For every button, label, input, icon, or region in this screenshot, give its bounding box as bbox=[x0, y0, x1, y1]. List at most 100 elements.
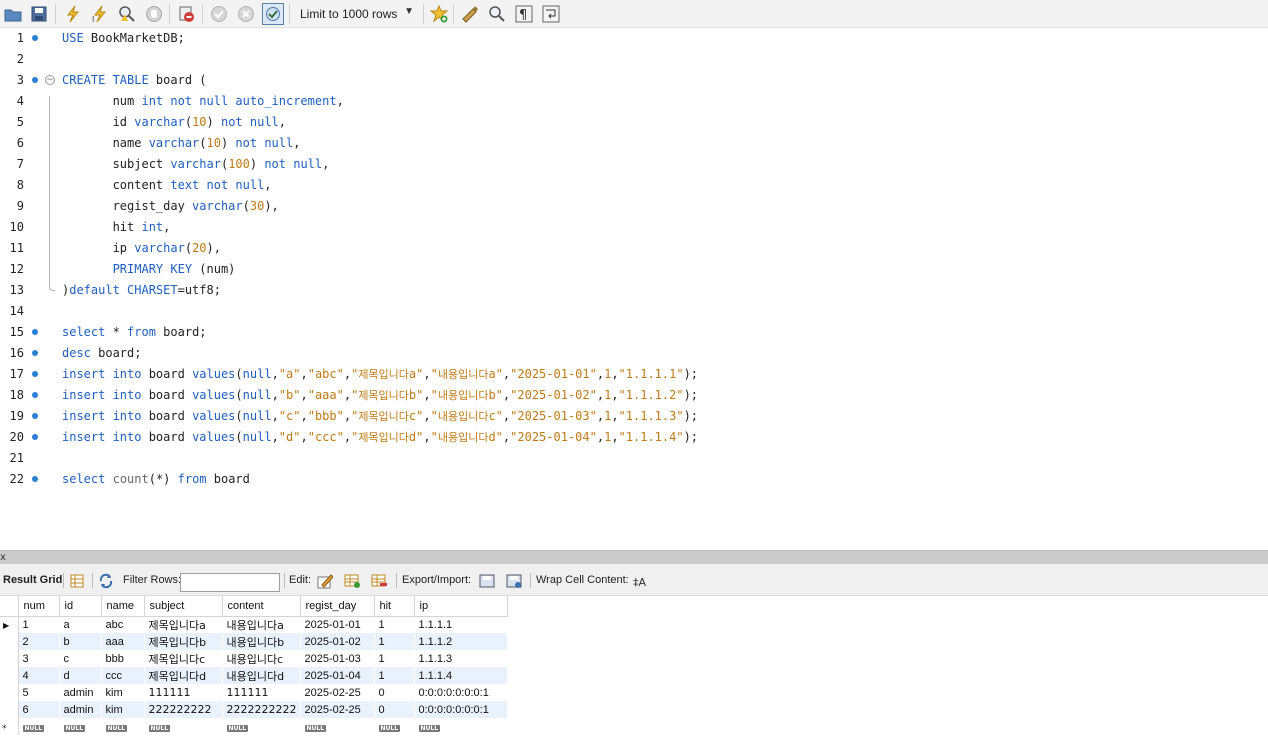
code-line[interactable]: 3 − CREATE TABLE board ( bbox=[0, 70, 1268, 91]
column-header[interactable]: content bbox=[222, 596, 301, 617]
table-cell[interactable]: kim bbox=[101, 684, 145, 701]
table-cell[interactable]: 1 bbox=[374, 650, 415, 667]
panel-splitter[interactable]: x bbox=[0, 550, 1268, 564]
code-line[interactable]: 8 content text not null, bbox=[0, 175, 1268, 196]
table-cell[interactable]: 1.1.1.4 bbox=[414, 667, 508, 684]
code-line[interactable]: 14 bbox=[0, 301, 1268, 322]
table-cell[interactable]: 내용입니다b bbox=[222, 633, 301, 650]
code-line[interactable]: 21 bbox=[0, 448, 1268, 469]
table-cell[interactable]: bbb bbox=[101, 650, 145, 667]
column-header[interactable]: hit bbox=[374, 596, 415, 617]
table-cell[interactable]: 제목입니다a bbox=[144, 616, 223, 633]
export-icon[interactable] bbox=[478, 572, 496, 590]
table-cell[interactable]: NULL bbox=[59, 718, 102, 735]
table-row[interactable]: 2 b aaa 제목입니다b 내용입니다b 2025-01-02 1 1.1.1.2 bbox=[0, 633, 508, 650]
table-cell[interactable]: NULL bbox=[144, 718, 223, 735]
table-cell[interactable]: a bbox=[59, 616, 102, 633]
table-cell[interactable]: 제목입니다b bbox=[144, 633, 223, 650]
row-gutter[interactable]: ▶ bbox=[0, 616, 19, 633]
row-gutter[interactable] bbox=[0, 633, 19, 650]
table-cell[interactable]: 222222222 bbox=[144, 701, 223, 718]
table-cell[interactable]: 1 bbox=[374, 633, 415, 650]
table-cell[interactable]: 2025-02-25 bbox=[300, 684, 375, 701]
commit-icon[interactable] bbox=[208, 3, 230, 25]
code-line[interactable]: 6 name varchar(10) not null, bbox=[0, 133, 1268, 154]
column-header[interactable]: id bbox=[59, 596, 102, 617]
find-icon[interactable] bbox=[486, 3, 508, 25]
row-gutter[interactable] bbox=[0, 667, 19, 684]
open-folder-icon[interactable] bbox=[2, 3, 24, 25]
code-line[interactable]: 9 regist_day varchar(30), bbox=[0, 196, 1268, 217]
table-cell[interactable]: NULL bbox=[222, 718, 301, 735]
table-cell[interactable]: admin bbox=[59, 701, 102, 718]
table-cell[interactable]: NULL bbox=[374, 718, 415, 735]
wrap-cell-icon[interactable]: ‡A bbox=[630, 572, 648, 590]
code-line[interactable]: 22 select count(*) from board bbox=[0, 469, 1268, 490]
code-line[interactable]: 12 PRIMARY KEY (num) bbox=[0, 259, 1268, 280]
table-cell[interactable]: 2222222222 bbox=[222, 701, 301, 718]
code-line[interactable]: 16 desc board; bbox=[0, 343, 1268, 364]
code-line[interactable]: 5 id varchar(10) not null, bbox=[0, 112, 1268, 133]
table-cell[interactable]: 2025-01-04 bbox=[300, 667, 375, 684]
table-cell[interactable]: 제목입니다c bbox=[144, 650, 223, 667]
code-line[interactable]: 10 hit int, bbox=[0, 217, 1268, 238]
table-cell[interactable]: 0:0:0:0:0:0:0:1 bbox=[414, 701, 508, 718]
table-cell[interactable]: 2 bbox=[18, 633, 60, 650]
execute-current-icon[interactable]: I bbox=[89, 3, 111, 25]
close-icon[interactable]: x bbox=[0, 552, 6, 564]
edit-row-icon[interactable] bbox=[316, 572, 334, 590]
sql-editor[interactable]: 1 USE BookMarketDB; 2 3 − CREATE TABLE board … bbox=[0, 28, 1268, 550]
code-line[interactable]: 4 num int not null auto_increment, bbox=[0, 91, 1268, 112]
row-gutter[interactable] bbox=[0, 650, 19, 667]
table-cell[interactable]: NULL bbox=[414, 718, 508, 735]
add-snippet-icon[interactable] bbox=[428, 3, 450, 25]
table-cell[interactable]: b bbox=[59, 633, 102, 650]
table-cell[interactable]: aaa bbox=[101, 633, 145, 650]
table-cell[interactable]: 2025-02-25 bbox=[300, 701, 375, 718]
stop-icon[interactable] bbox=[143, 3, 165, 25]
table-cell[interactable]: kim bbox=[101, 701, 145, 718]
column-header[interactable]: num bbox=[18, 596, 60, 617]
table-cell[interactable]: abc bbox=[101, 616, 145, 633]
table-cell[interactable]: 1.1.1.1 bbox=[414, 616, 508, 633]
table-cell[interactable]: 1.1.1.3 bbox=[414, 650, 508, 667]
table-cell[interactable]: 내용입니다d bbox=[222, 667, 301, 684]
table-cell[interactable]: 1 bbox=[374, 616, 415, 633]
delete-row-icon[interactable] bbox=[370, 572, 388, 590]
table-row[interactable]: ▶ 1 a abc 제목입니다a 내용입니다a 2025-01-01 1 1.1.1.1 bbox=[0, 616, 508, 633]
table-cell[interactable]: 1 bbox=[18, 616, 60, 633]
result-grid[interactable]: num id name subject content regist_day h… bbox=[0, 596, 1268, 745]
table-cell[interactable]: NULL bbox=[101, 718, 145, 735]
wrap-icon[interactable] bbox=[540, 3, 562, 25]
table-cell[interactable]: 내용입니다a bbox=[222, 616, 301, 633]
code-line[interactable]: 19 insert into board values(null,"c","bbb… bbox=[0, 406, 1268, 427]
table-cell[interactable]: 3 bbox=[18, 650, 60, 667]
table-cell[interactable]: NULL bbox=[300, 718, 375, 735]
code-line[interactable]: 18 insert into board values(null,"b","aaa… bbox=[0, 385, 1268, 406]
rollback-icon[interactable] bbox=[235, 3, 257, 25]
column-header[interactable]: regist_day bbox=[300, 596, 375, 617]
column-header[interactable]: ip bbox=[414, 596, 508, 617]
code-line[interactable]: 13)default CHARSET=utf8; bbox=[0, 280, 1268, 301]
insert-row-icon[interactable] bbox=[343, 572, 361, 590]
table-cell[interactable]: 6 bbox=[18, 701, 60, 718]
column-header[interactable]: name bbox=[101, 596, 145, 617]
row-gutter[interactable] bbox=[0, 684, 19, 701]
table-cell[interactable]: 0 bbox=[374, 684, 415, 701]
code-line[interactable]: 7 subject varchar(100) not null, bbox=[0, 154, 1268, 175]
import-icon[interactable] bbox=[505, 572, 523, 590]
refresh-icon[interactable] bbox=[97, 572, 115, 590]
table-cell[interactable]: 111111 bbox=[222, 684, 301, 701]
code-line[interactable]: 15 select * from board; bbox=[0, 322, 1268, 343]
table-cell[interactable]: 2025-01-01 bbox=[300, 616, 375, 633]
table-cell[interactable]: 5 bbox=[18, 684, 60, 701]
table-cell[interactable]: d bbox=[59, 667, 102, 684]
table-cell[interactable]: 제목입니다d bbox=[144, 667, 223, 684]
new-row[interactable]: NULL NULL NULL NULL NULL NULL NULL NULL bbox=[0, 718, 508, 735]
invisible-chars-icon[interactable]: ¶ bbox=[513, 3, 535, 25]
table-cell[interactable]: 2025-01-03 bbox=[300, 650, 375, 667]
table-cell[interactable]: 1 bbox=[374, 667, 415, 684]
table-cell[interactable]: 4 bbox=[18, 667, 60, 684]
table-cell[interactable]: 2025-01-02 bbox=[300, 633, 375, 650]
table-cell[interactable]: 111111 bbox=[144, 684, 223, 701]
